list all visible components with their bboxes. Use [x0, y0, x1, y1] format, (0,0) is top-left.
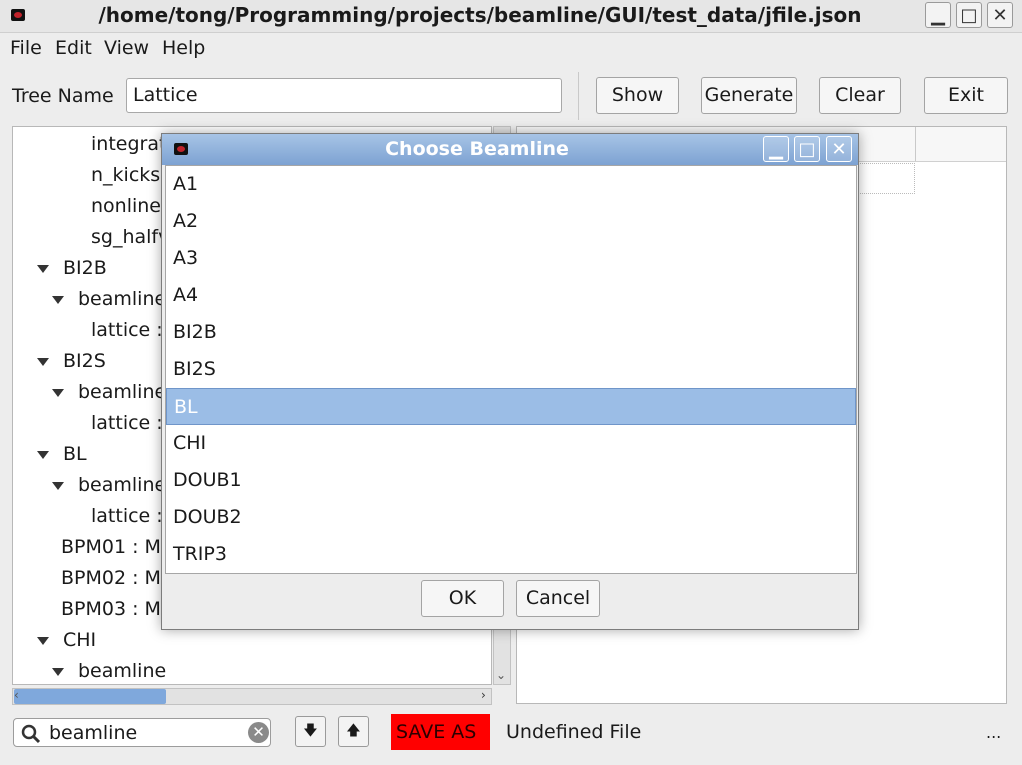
tree-row[interactable]: lattice : — [91, 501, 163, 532]
tree-row[interactable]: beamline — [52, 470, 166, 501]
clear-search-icon[interactable]: ✕ — [248, 722, 269, 743]
tree-row[interactable]: beamline — [52, 656, 166, 684]
search-box[interactable]: beamline ✕ — [13, 718, 271, 747]
close-icon[interactable]: ✕ — [987, 2, 1013, 28]
tree-row[interactable]: integrat — [91, 129, 166, 160]
expand-arrow-icon[interactable] — [37, 636, 49, 645]
dialog-close-icon[interactable]: ✕ — [826, 136, 852, 162]
list-item[interactable]: A2 — [166, 203, 856, 240]
list-item[interactable]: DOUB2 — [166, 499, 856, 536]
window-title: /home/tong/Programming/projects/beamline… — [98, 3, 862, 27]
search-input[interactable]: beamline — [49, 722, 137, 744]
dialog-titlebar: Choose Beamline ▁ □ ✕ — [162, 134, 858, 165]
list-item-selected[interactable]: BL — [166, 388, 856, 425]
arrow-down-icon: 🡇 — [303, 722, 318, 739]
list-item[interactable]: TRIP3 — [166, 536, 856, 573]
save-as-button[interactable]: SAVE AS — [391, 714, 490, 750]
dialog-title: Choose Beamline — [385, 138, 569, 160]
list-item[interactable]: BI2S — [166, 351, 856, 388]
expand-arrow-icon[interactable] — [52, 388, 64, 397]
tree-row[interactable]: sg_halfv — [91, 222, 169, 253]
list-item[interactable]: A4 — [166, 277, 856, 314]
find-next-button[interactable]: 🡇 — [295, 716, 326, 747]
menu-bar: File Edit View Help — [0, 33, 1022, 63]
generate-button[interactable]: Generate — [701, 77, 797, 114]
scroll-down-icon[interactable]: ⌄ — [496, 668, 506, 682]
find-previous-button[interactable]: 🡅 — [338, 716, 369, 747]
choose-beamline-dialog: Choose Beamline ▁ □ ✕ A1 A2 A3 A4 BI2B B… — [161, 133, 859, 630]
scroll-right-icon[interactable]: › — [481, 688, 486, 702]
status-label: Undefined File — [506, 721, 642, 743]
tree-row[interactable]: nonline — [91, 191, 161, 222]
tree-row[interactable]: BI2S — [37, 346, 106, 377]
expand-arrow-icon[interactable] — [52, 667, 64, 676]
ok-button[interactable]: OK — [421, 580, 504, 617]
horizontal-scroll-thumb[interactable] — [14, 689, 166, 704]
tree-row[interactable]: lattice : — [91, 408, 163, 439]
show-button[interactable]: Show — [596, 77, 679, 114]
toolbar-separator — [578, 72, 579, 120]
beamline-list[interactable]: A1 A2 A3 A4 BI2B BI2S BL CHI DOUB1 DOUB2… — [165, 165, 857, 574]
tree-row[interactable]: CHI — [37, 625, 96, 656]
menu-edit[interactable]: Edit — [55, 37, 92, 59]
tree-name-input[interactable]: Lattice — [126, 78, 562, 113]
clear-button[interactable]: Clear — [819, 77, 901, 114]
tree-row[interactable]: beamline — [52, 377, 166, 408]
expand-arrow-icon[interactable] — [52, 295, 64, 304]
cancel-button[interactable]: Cancel — [516, 580, 600, 617]
tree-row[interactable]: BPM01 : M — [61, 532, 161, 563]
window-titlebar: /home/tong/Programming/projects/beamline… — [0, 0, 1022, 33]
scroll-left-icon[interactable]: ‹ — [14, 688, 19, 702]
list-item[interactable]: DOUB1 — [166, 462, 856, 499]
menu-file[interactable]: File — [10, 37, 42, 59]
tree-row[interactable]: lattice : — [91, 315, 163, 346]
tree-row[interactable]: BI2B — [37, 253, 107, 284]
tree-name-label: Tree Name — [12, 85, 114, 107]
tree-row[interactable]: BL — [37, 439, 87, 470]
tree-row[interactable]: n_kicks — [91, 160, 160, 191]
list-item[interactable]: BI2B — [166, 314, 856, 351]
maximize-icon[interactable]: □ — [956, 2, 982, 28]
menu-help[interactable]: Help — [162, 37, 205, 59]
expand-arrow-icon[interactable] — [52, 481, 64, 490]
list-item[interactable]: CHI — [166, 425, 856, 462]
exit-button[interactable]: Exit — [924, 77, 1008, 114]
menu-view[interactable]: View — [104, 37, 149, 59]
table-cell[interactable] — [857, 163, 915, 194]
column-divider — [915, 127, 916, 161]
minimize-icon[interactable]: ▁ — [925, 2, 951, 28]
more-indicator: ... — [986, 723, 1002, 742]
expand-arrow-icon[interactable] — [37, 450, 49, 459]
tree-row[interactable]: BPM03 : M — [61, 594, 161, 625]
expand-arrow-icon[interactable] — [37, 264, 49, 273]
dialog-minimize-icon[interactable]: ▁ — [763, 136, 789, 162]
list-item[interactable]: A3 — [166, 240, 856, 277]
expand-arrow-icon[interactable] — [37, 357, 49, 366]
arrow-up-icon: 🡅 — [346, 722, 361, 739]
tree-row[interactable]: beamline — [52, 284, 166, 315]
list-item[interactable]: A1 — [166, 166, 856, 203]
search-icon — [21, 724, 41, 744]
dialog-maximize-icon[interactable]: □ — [794, 136, 820, 162]
tree-row[interactable]: BPM02 : M — [61, 563, 161, 594]
